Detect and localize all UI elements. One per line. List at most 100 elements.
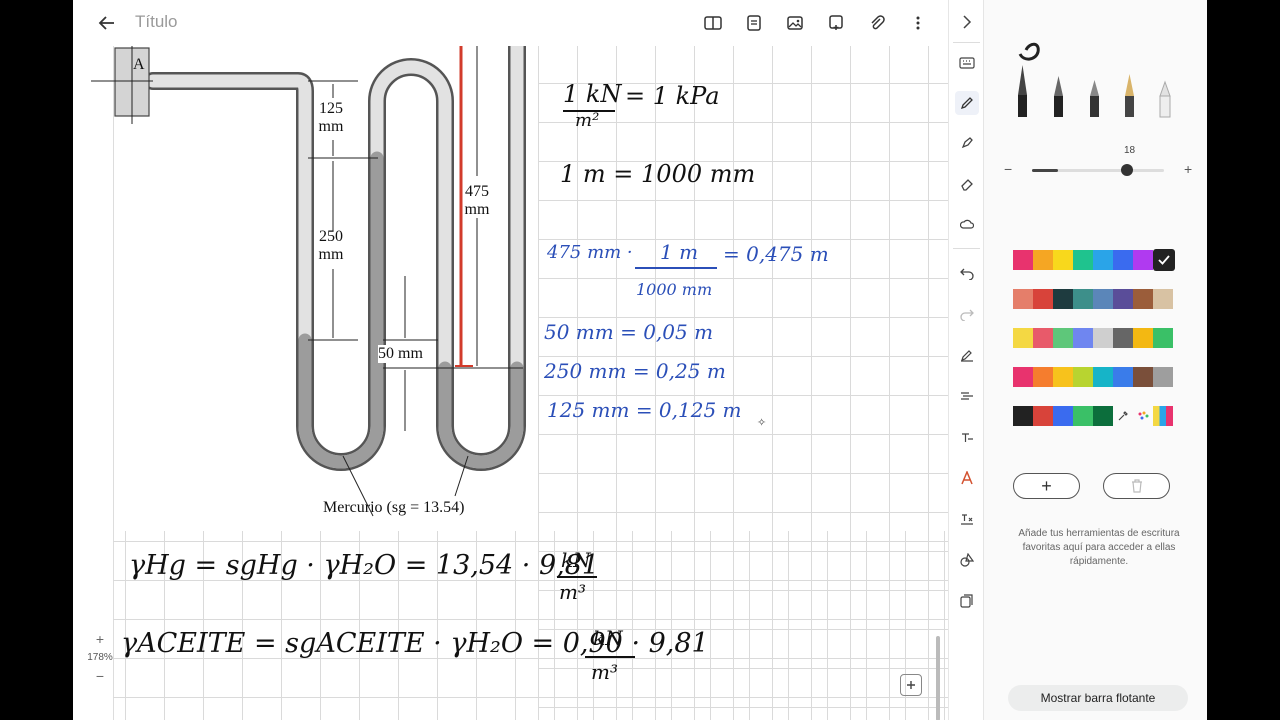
- zoom-in-button[interactable]: +: [96, 631, 104, 647]
- text-box-icon[interactable]: [742, 12, 766, 34]
- color-swatch[interactable]: [1093, 250, 1113, 270]
- math-icon[interactable]: [955, 507, 979, 531]
- color-swatch[interactable]: [1033, 328, 1053, 348]
- color-swatch[interactable]: [1093, 406, 1113, 426]
- mercury-label: Mercurio (sg = 13.54): [323, 499, 465, 516]
- color-swatch[interactable]: [1053, 328, 1073, 348]
- insert-file-icon[interactable]: [824, 12, 848, 34]
- color-swatch[interactable]: [1053, 367, 1073, 387]
- color-swatch[interactable]: [1033, 289, 1053, 309]
- thickness-slider[interactable]: 18 − +: [1004, 145, 1194, 185]
- color-swatch[interactable]: [1033, 367, 1053, 387]
- color-swatch[interactable]: [1113, 250, 1133, 270]
- ink-effects-icon[interactable]: [955, 466, 979, 490]
- attachment-icon[interactable]: [865, 12, 889, 34]
- color-swatch[interactable]: [1133, 289, 1153, 309]
- collapse-panel-icon[interactable]: [955, 10, 979, 34]
- copy-pages-icon[interactable]: [955, 589, 979, 613]
- note-eq2-m3: m³: [591, 660, 618, 684]
- reader-view-icon[interactable]: [701, 12, 725, 34]
- note-fraction-bar-3: [557, 576, 597, 578]
- color-swatch[interactable]: [1053, 289, 1073, 309]
- palette-row-2: [1013, 289, 1173, 309]
- note-kn-numerator: 1 kN: [563, 80, 622, 108]
- color-swatch[interactable]: [1053, 406, 1073, 426]
- color-swatch[interactable]: [1153, 328, 1173, 348]
- note-m-to-mm: 1 m = 1000 mm: [560, 160, 756, 188]
- color-swatch[interactable]: [1033, 250, 1053, 270]
- shapes-icon[interactable]: [955, 548, 979, 572]
- color-swatch[interactable]: [1093, 328, 1113, 348]
- color-swatch[interactable]: [1093, 289, 1113, 309]
- divider: [953, 248, 980, 249]
- eyedropper-icon[interactable]: [1113, 406, 1133, 426]
- pen-tool-icon[interactable]: [955, 91, 979, 115]
- slider-track[interactable]: [1032, 169, 1164, 172]
- slider-thumb[interactable]: [1121, 164, 1133, 176]
- slider-fill: [1032, 169, 1058, 172]
- thickness-increase-button[interactable]: +: [1184, 161, 1192, 177]
- note-m2-denominator: m²: [575, 110, 600, 131]
- more-colors-icon[interactable]: [1133, 406, 1153, 426]
- color-swatch[interactable]: [1113, 367, 1133, 387]
- color-swatch[interactable]: [1073, 406, 1093, 426]
- add-page-button[interactable]: [900, 674, 922, 696]
- point-a-label: A: [133, 56, 145, 73]
- color-swatch[interactable]: [1153, 289, 1173, 309]
- palette-row-4: [1013, 367, 1173, 387]
- color-swatch[interactable]: [1013, 367, 1033, 387]
- color-swatch[interactable]: [1033, 406, 1053, 426]
- color-swatch[interactable]: [1093, 367, 1113, 387]
- color-swatch[interactable]: [1013, 328, 1033, 348]
- color-swatch[interactable]: [1113, 289, 1133, 309]
- marker-pen-icon: [1159, 80, 1171, 118]
- color-swatch[interactable]: [1133, 328, 1153, 348]
- dim-475-label: 475 mm: [457, 183, 497, 219]
- dim-125-unit: mm: [318, 118, 344, 135]
- note-conv-125: 125 mm = 0,125 m: [547, 398, 742, 422]
- page-title[interactable]: Título: [135, 12, 178, 32]
- color-swatch[interactable]: [1133, 250, 1153, 270]
- color-swatch[interactable]: [1053, 250, 1073, 270]
- color-swatch[interactable]: [1013, 250, 1033, 270]
- note-page: Título A 125 mm 250 mm 475 mm 50 mm Merc…: [73, 0, 948, 720]
- dim-250-unit: mm: [318, 246, 344, 263]
- image-icon[interactable]: [783, 12, 807, 34]
- top-toolbar: [701, 12, 930, 34]
- note-conv-50: 50 mm = 0,05 m: [544, 320, 714, 344]
- vertical-scrollbar[interactable]: [936, 636, 940, 720]
- color-swatch[interactable]: [1073, 250, 1093, 270]
- selected-color-swatch[interactable]: [1153, 249, 1175, 271]
- zoom-out-button[interactable]: −: [96, 668, 104, 684]
- keyboard-icon[interactable]: [955, 51, 979, 75]
- ballpoint-pen-icon: [1054, 76, 1063, 117]
- color-swatch[interactable]: [1013, 406, 1033, 426]
- color-swatch[interactable]: [1113, 328, 1133, 348]
- delete-pen-button[interactable]: [1103, 473, 1170, 499]
- redo-icon[interactable]: [955, 303, 979, 327]
- more-options-icon[interactable]: [906, 12, 930, 34]
- eraser-icon[interactable]: [955, 172, 979, 196]
- add-pen-button[interactable]: +: [1013, 473, 1080, 499]
- note-canvas[interactable]: A 125 mm 250 mm 475 mm 50 mm Mercurio (s…: [73, 46, 948, 720]
- highlighter-icon[interactable]: [955, 131, 979, 155]
- show-floating-bar-button[interactable]: Mostrar barra flotante: [1008, 685, 1188, 711]
- ink-to-text-icon[interactable]: [955, 425, 979, 449]
- custom-color-swatch[interactable]: [1153, 406, 1173, 426]
- note-conv-475-den: 1000 mm: [636, 280, 713, 299]
- undo-icon[interactable]: [955, 262, 979, 286]
- fineliner-pen-icon: [1090, 80, 1099, 117]
- color-swatch[interactable]: [1013, 289, 1033, 309]
- ink-to-shape-icon[interactable]: [955, 384, 979, 408]
- lasso-icon[interactable]: [955, 213, 979, 237]
- ruler-pen-icon[interactable]: [955, 343, 979, 367]
- color-swatch[interactable]: [1073, 328, 1093, 348]
- thickness-decrease-button[interactable]: −: [1004, 161, 1012, 177]
- note-conv-475-num: 1 m: [660, 240, 699, 264]
- color-swatch[interactable]: [1133, 367, 1153, 387]
- color-swatch[interactable]: [1073, 289, 1093, 309]
- back-arrow-icon[interactable]: [95, 11, 119, 35]
- note-conv-475-lhs: 475 mm ·: [547, 242, 633, 263]
- color-swatch[interactable]: [1153, 367, 1173, 387]
- color-swatch[interactable]: [1073, 367, 1093, 387]
